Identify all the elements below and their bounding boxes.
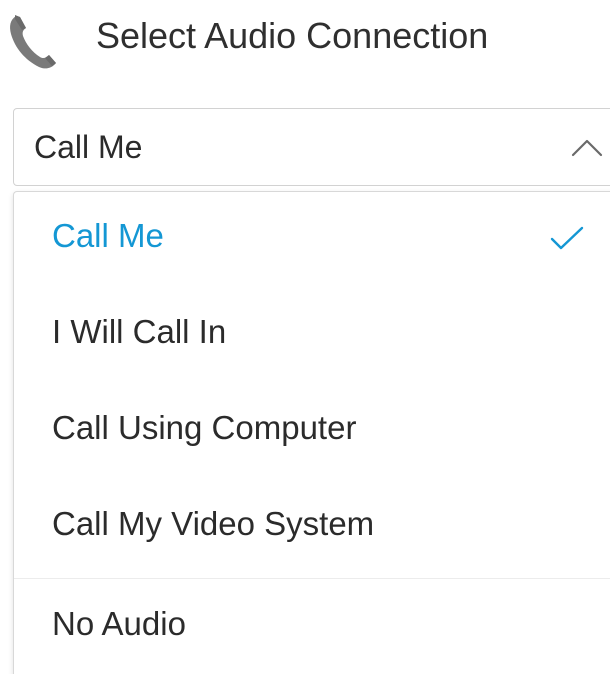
menu-item-label: I Will Call In xyxy=(52,313,227,350)
checkmark-icon xyxy=(550,226,584,250)
menu-item-no-audio[interactable]: No Audio xyxy=(14,580,610,670)
phone-icon xyxy=(10,15,56,69)
menu-item-call-my-video-system[interactable]: Call My Video System xyxy=(14,480,610,570)
dropdown-menu: Call Me I Will Call In Call Using Comput… xyxy=(13,191,610,674)
menu-item-label: Call My Video System xyxy=(52,505,375,542)
selected-value: Call Me xyxy=(34,129,143,165)
audio-connection-header: Select Audio Connection xyxy=(0,0,610,80)
page-title: Select Audio Connection xyxy=(96,15,489,56)
menu-item-label: Call Using Computer xyxy=(52,409,357,446)
audio-connection-select[interactable]: Call Me xyxy=(13,108,610,186)
menu-item-label: Call Me xyxy=(52,217,164,254)
menu-item-call-me[interactable]: Call Me xyxy=(14,192,610,282)
menu-item-call-using-computer[interactable]: Call Using Computer xyxy=(14,384,610,474)
audio-connection-panel: Select Audio Connection Call Me Call Me … xyxy=(0,0,610,674)
menu-divider xyxy=(14,578,610,579)
chevron-up-icon xyxy=(571,139,603,157)
menu-item-label: No Audio xyxy=(52,605,186,642)
menu-item-i-will-call-in[interactable]: I Will Call In xyxy=(14,288,610,378)
